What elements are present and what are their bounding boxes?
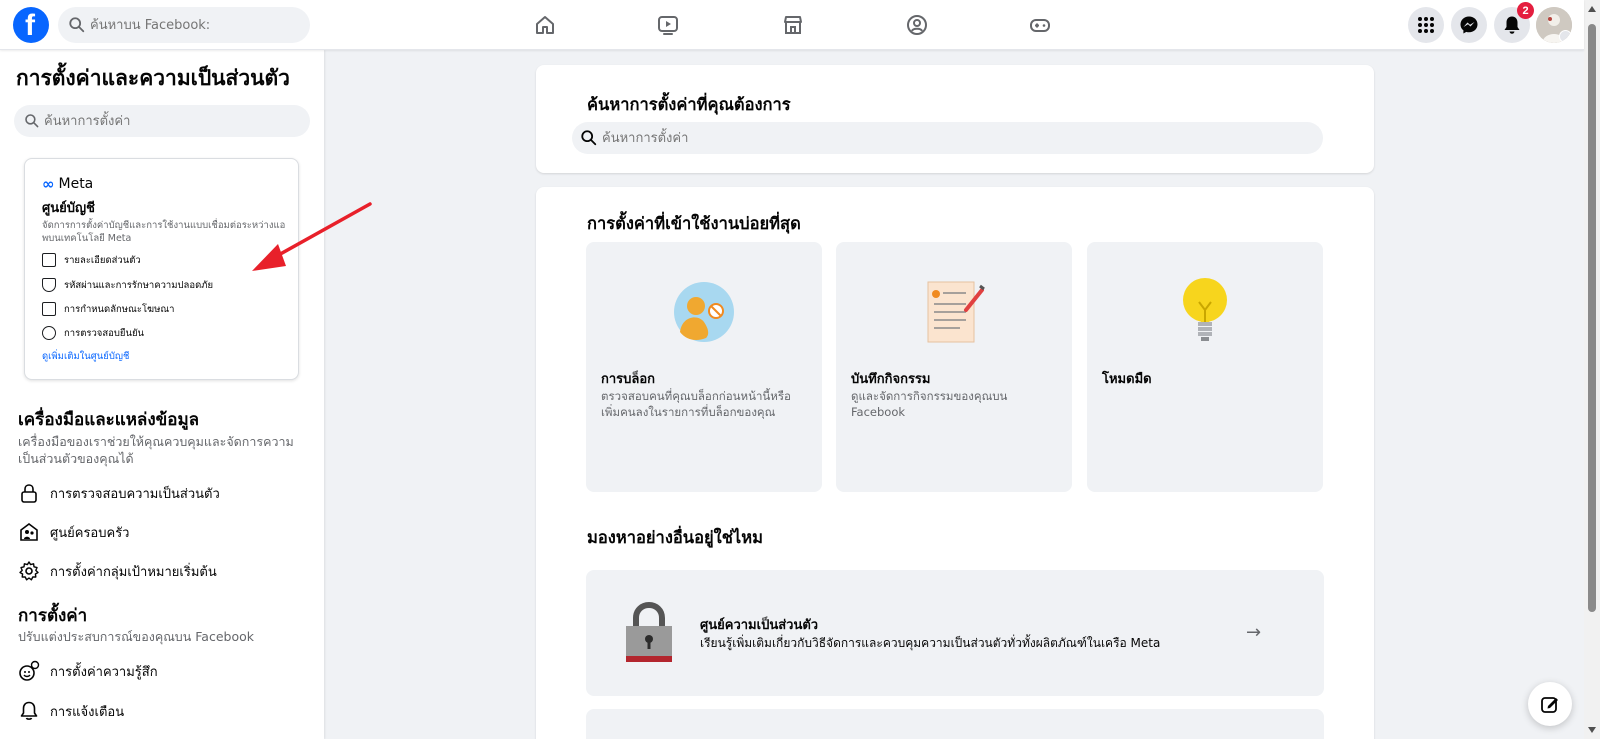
sidebar-item-notifications[interactable]: การแจ้งเตือน xyxy=(18,696,124,726)
video-icon[interactable] xyxy=(653,10,683,40)
page-scrollbar[interactable] xyxy=(1584,0,1600,739)
accounts-center-item-password-security[interactable]: รหัสผ่านและการรักษาความปลอดภัย xyxy=(42,276,213,294)
groups-icon[interactable] xyxy=(902,10,932,40)
sidebar-item-label: ศูนย์ครอบครัว xyxy=(50,525,130,541)
accounts-center-item-label: การกำหนดลักษณะโฆษณา xyxy=(64,303,175,315)
settings-section-description: ปรับแต่งประสบการณ์ของคุณบน Facebook xyxy=(18,629,254,644)
gaming-icon[interactable] xyxy=(1025,10,1055,40)
bell-icon xyxy=(20,701,38,720)
search-icon xyxy=(69,17,85,33)
more-options-title: มองหาอย่างอื่นอยู่ใช่ไหม xyxy=(587,528,763,547)
accounts-center-title: ศูนย์บัญชี xyxy=(42,201,95,216)
id-card-icon xyxy=(42,253,56,267)
notification-count-badge: 2 xyxy=(1517,2,1534,19)
new-message-button[interactable] xyxy=(1528,682,1572,726)
privacy-center-tile[interactable]: ศูนย์ความเป็นส่วนตัว เรียนรู้เพิ่มเติมเก… xyxy=(586,570,1324,696)
sidebar-search-input[interactable] xyxy=(44,105,294,137)
activity-log-icon xyxy=(927,281,985,343)
sidebar-item-default-audience[interactable]: การตั้งค่ากลุ่มเป้าหมายเริ่มต้น xyxy=(18,556,217,586)
sidebar-search-box[interactable] xyxy=(14,105,310,137)
reaction-icon xyxy=(19,660,40,681)
facebook-logo-letter: f xyxy=(25,9,35,42)
settings-section-title: การตั้งค่า xyxy=(18,606,88,626)
check-badge-icon xyxy=(42,326,56,340)
search-icon xyxy=(581,130,597,146)
tile-title: บันทึกกิจกรรม xyxy=(851,372,931,387)
family-icon xyxy=(20,523,38,541)
top-search-box[interactable] xyxy=(58,7,310,43)
accounts-center-item-label: รหัสผ่านและการรักษาความปลอดภัย xyxy=(64,279,214,291)
tile-description: ตรวจสอบคนที่คุณบล็อกก่อนหน้านี้หรือเพิ่ม… xyxy=(601,389,791,419)
scroll-down-arrow-icon[interactable] xyxy=(1588,727,1596,733)
frequent-settings-title: การตั้งค่าที่เข้าใช้งานบ่อยที่สุด xyxy=(587,214,801,233)
top-navigation-bar: f 2 xyxy=(0,0,1584,50)
tile-description: ดูและจัดการกิจกรรมของคุณบน Facebook xyxy=(851,389,1008,419)
meta-logo: ∞ Meta xyxy=(42,175,93,193)
sidebar-item-label: การแจ้งเตือน xyxy=(50,704,125,720)
tools-section-description: เครื่องมือของเราช่วยให้คุณควบคุมและจัดกา… xyxy=(18,434,294,466)
sidebar-item-label: การตั้งค่ากลุ่มเป้าหมายเริ่มต้น xyxy=(50,564,217,580)
tile-title: การบล็อก xyxy=(601,372,656,387)
red-arrow-annotation-icon xyxy=(252,202,372,271)
marketplace-icon[interactable] xyxy=(778,10,808,40)
settings-sidebar: การตั้งค่าและความเป็นส่วนตัว ∞ Meta ศูนย… xyxy=(0,50,324,739)
lightbulb-icon xyxy=(1183,278,1227,341)
blocking-tile[interactable]: การบล็อก ตรวจสอบคนที่คุณบล็อกก่อนหน้านี้… xyxy=(586,242,822,492)
sidebar-item-label: การตรวจสอบความเป็นส่วนตัว xyxy=(50,486,220,502)
scrollbar-thumb[interactable] xyxy=(1588,24,1596,612)
facebook-search-input[interactable] xyxy=(90,7,300,43)
sidebar-item-label: การตั้งค่าความรู้สึก xyxy=(50,664,158,680)
apps-grid-icon xyxy=(1418,17,1434,33)
tools-section-title: เครื่องมือและแหล่งข้อมูล xyxy=(18,410,200,430)
see-more-accounts-center-link[interactable]: ดูเพิ่มเติมในศูนย์บัญชี xyxy=(42,349,129,364)
account-chevron-down-icon[interactable] xyxy=(1559,30,1572,43)
menu-button[interactable] xyxy=(1408,7,1444,43)
settings-search-title: ค้นหาการตั้งค่าที่คุณต้องการ xyxy=(587,95,791,114)
settings-search-card: ค้นหาการตั้งค่าที่คุณต้องการ xyxy=(536,65,1374,173)
arrow-right-icon: → xyxy=(1246,622,1262,643)
accounts-center-item-label: การตรวจสอบยืนยัน xyxy=(64,327,145,339)
meta-infinity-icon: ∞ xyxy=(42,175,55,193)
privacy-center-description: เรียนรู้เพิ่มเติมเกี่ยวกับวิธีจัดการและค… xyxy=(700,636,1161,650)
privacy-center-title: ศูนย์ความเป็นส่วนตัว xyxy=(700,618,819,633)
dark-mode-tile[interactable]: โหมดมืด xyxy=(1087,242,1323,492)
profile-avatar[interactable] xyxy=(1536,7,1572,43)
blocked-user-icon xyxy=(674,282,734,342)
tile-title: โหมดมืด xyxy=(1102,372,1152,387)
main-search-box[interactable] xyxy=(572,122,1323,154)
messenger-icon xyxy=(1460,16,1478,34)
gear-icon xyxy=(19,561,39,581)
accounts-center-item-label: รายละเอียดส่วนตัว xyxy=(64,254,141,266)
compose-icon xyxy=(1541,697,1558,713)
accounts-center-item-personal-details[interactable]: รายละเอียดส่วนตัว xyxy=(42,251,141,269)
meta-brand-text: Meta xyxy=(58,176,94,192)
sidebar-item-family-center[interactable]: ศูนย์ครอบครัว xyxy=(18,517,129,547)
bell-icon xyxy=(1504,16,1520,34)
sidebar-item-reaction-preferences[interactable]: การตั้งค่าความรู้สึก xyxy=(18,656,158,686)
accounts-center-item-verification[interactable]: การตรวจสอบยืนยัน xyxy=(42,324,144,342)
scroll-up-arrow-icon[interactable] xyxy=(1588,6,1596,12)
padlock-icon xyxy=(626,601,672,662)
monitor-icon xyxy=(42,302,56,316)
search-icon xyxy=(25,114,39,128)
main-settings-search-input[interactable] xyxy=(602,122,1302,154)
lock-icon xyxy=(21,484,37,503)
sidebar-title: การตั้งค่าและความเป็นส่วนตัว xyxy=(16,66,290,90)
sidebar-item-privacy-checkup[interactable]: การตรวจสอบความเป็นส่วนตัว xyxy=(18,478,220,508)
accounts-center-item-ad-preferences[interactable]: การกำหนดลักษณะโฆษณา xyxy=(42,300,175,318)
notifications-button[interactable]: 2 xyxy=(1494,2,1534,43)
messenger-button[interactable] xyxy=(1451,7,1487,43)
shield-icon xyxy=(42,278,56,292)
next-option-tile[interactable] xyxy=(586,709,1324,739)
facebook-logo[interactable]: f xyxy=(13,7,49,43)
home-icon[interactable] xyxy=(530,10,560,40)
activity-log-tile[interactable]: บันทึกกิจกรรม ดูและจัดการกิจกรรมของคุณบน… xyxy=(836,242,1072,492)
